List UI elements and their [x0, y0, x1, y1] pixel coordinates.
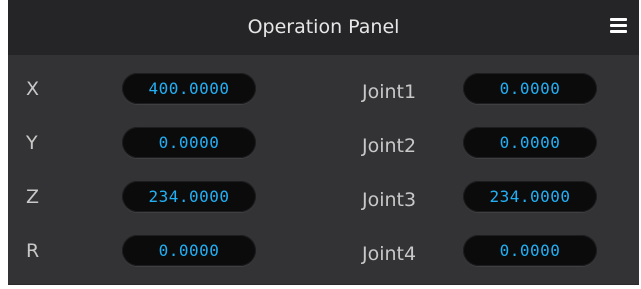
- joint2-value-field[interactable]: 0.0000: [463, 127, 597, 158]
- joint4-label: Joint4: [362, 243, 417, 265]
- z-value-field[interactable]: 234.0000: [122, 181, 256, 212]
- joint1-value-field[interactable]: 0.0000: [463, 73, 597, 104]
- joint2-label: Joint2: [362, 135, 417, 157]
- x-label: X: [26, 78, 40, 100]
- joint3-value-field[interactable]: 234.0000: [463, 181, 597, 212]
- r-value-field[interactable]: 0.0000: [122, 235, 256, 266]
- y-value-field[interactable]: 0.0000: [122, 127, 256, 158]
- joint1-label: Joint1: [362, 81, 417, 103]
- joint3-label: Joint3: [362, 189, 417, 211]
- hamburger-menu-icon[interactable]: [610, 17, 627, 34]
- joint4-value-field[interactable]: 0.0000: [463, 235, 597, 266]
- y-label: Y: [26, 132, 38, 154]
- z-label: Z: [26, 186, 40, 208]
- x-value-field[interactable]: 400.0000: [122, 73, 256, 104]
- panel-header: Operation Panel: [8, 0, 639, 55]
- panel-title: Operation Panel: [247, 16, 400, 38]
- operation-panel: Operation Panel X 400.0000 Y 0.0000 Z 23…: [8, 0, 639, 285]
- r-label: R: [26, 240, 40, 262]
